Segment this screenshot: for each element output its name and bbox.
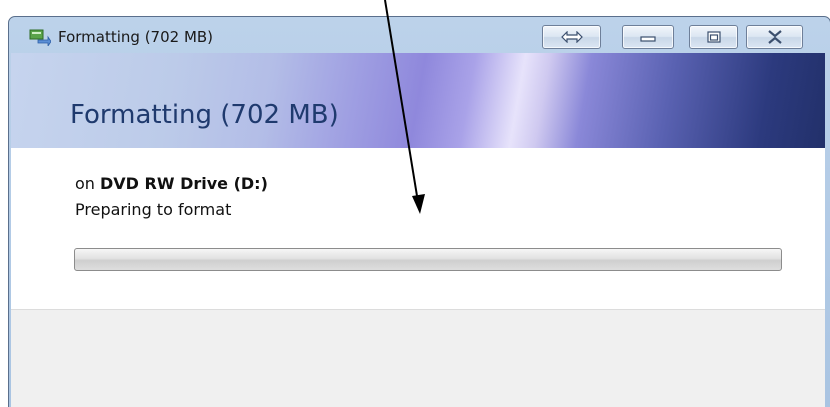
resize-button[interactable]: [542, 25, 601, 49]
resize-arrows-icon: [560, 31, 583, 43]
drive-format-icon: [29, 29, 51, 46]
device-line: on DVD RW Drive (D:): [75, 174, 268, 193]
close-icon: [767, 30, 782, 44]
screenshot-stage: Formatting (702 MB) Formatting (702 MB) …: [0, 0, 830, 407]
minimize-icon: [640, 36, 656, 42]
maximize-button[interactable]: [689, 25, 738, 49]
maximize-icon: [706, 31, 721, 43]
device-name: DVD RW Drive (D:): [100, 174, 268, 193]
progress-bar: [74, 248, 782, 271]
footer-pane: [11, 310, 825, 407]
format-progress-window: Formatting (702 MB) Formatting (702 MB) …: [8, 16, 830, 407]
header-banner: Formatting (702 MB): [11, 53, 825, 148]
dialog-client-area: Formatting (702 MB) on DVD RW Drive (D:)…: [11, 53, 825, 407]
window-title: Formatting (702 MB): [58, 28, 214, 46]
content-pane: on DVD RW Drive (D:) Preparing to format: [11, 148, 825, 310]
close-button[interactable]: [746, 25, 803, 49]
title-bar[interactable]: Formatting (702 MB): [9, 17, 830, 53]
status-text: Preparing to format: [75, 200, 232, 219]
device-prefix: on: [75, 174, 101, 193]
minimize-button[interactable]: [622, 25, 674, 49]
dialog-heading: Formatting (702 MB): [70, 100, 339, 130]
